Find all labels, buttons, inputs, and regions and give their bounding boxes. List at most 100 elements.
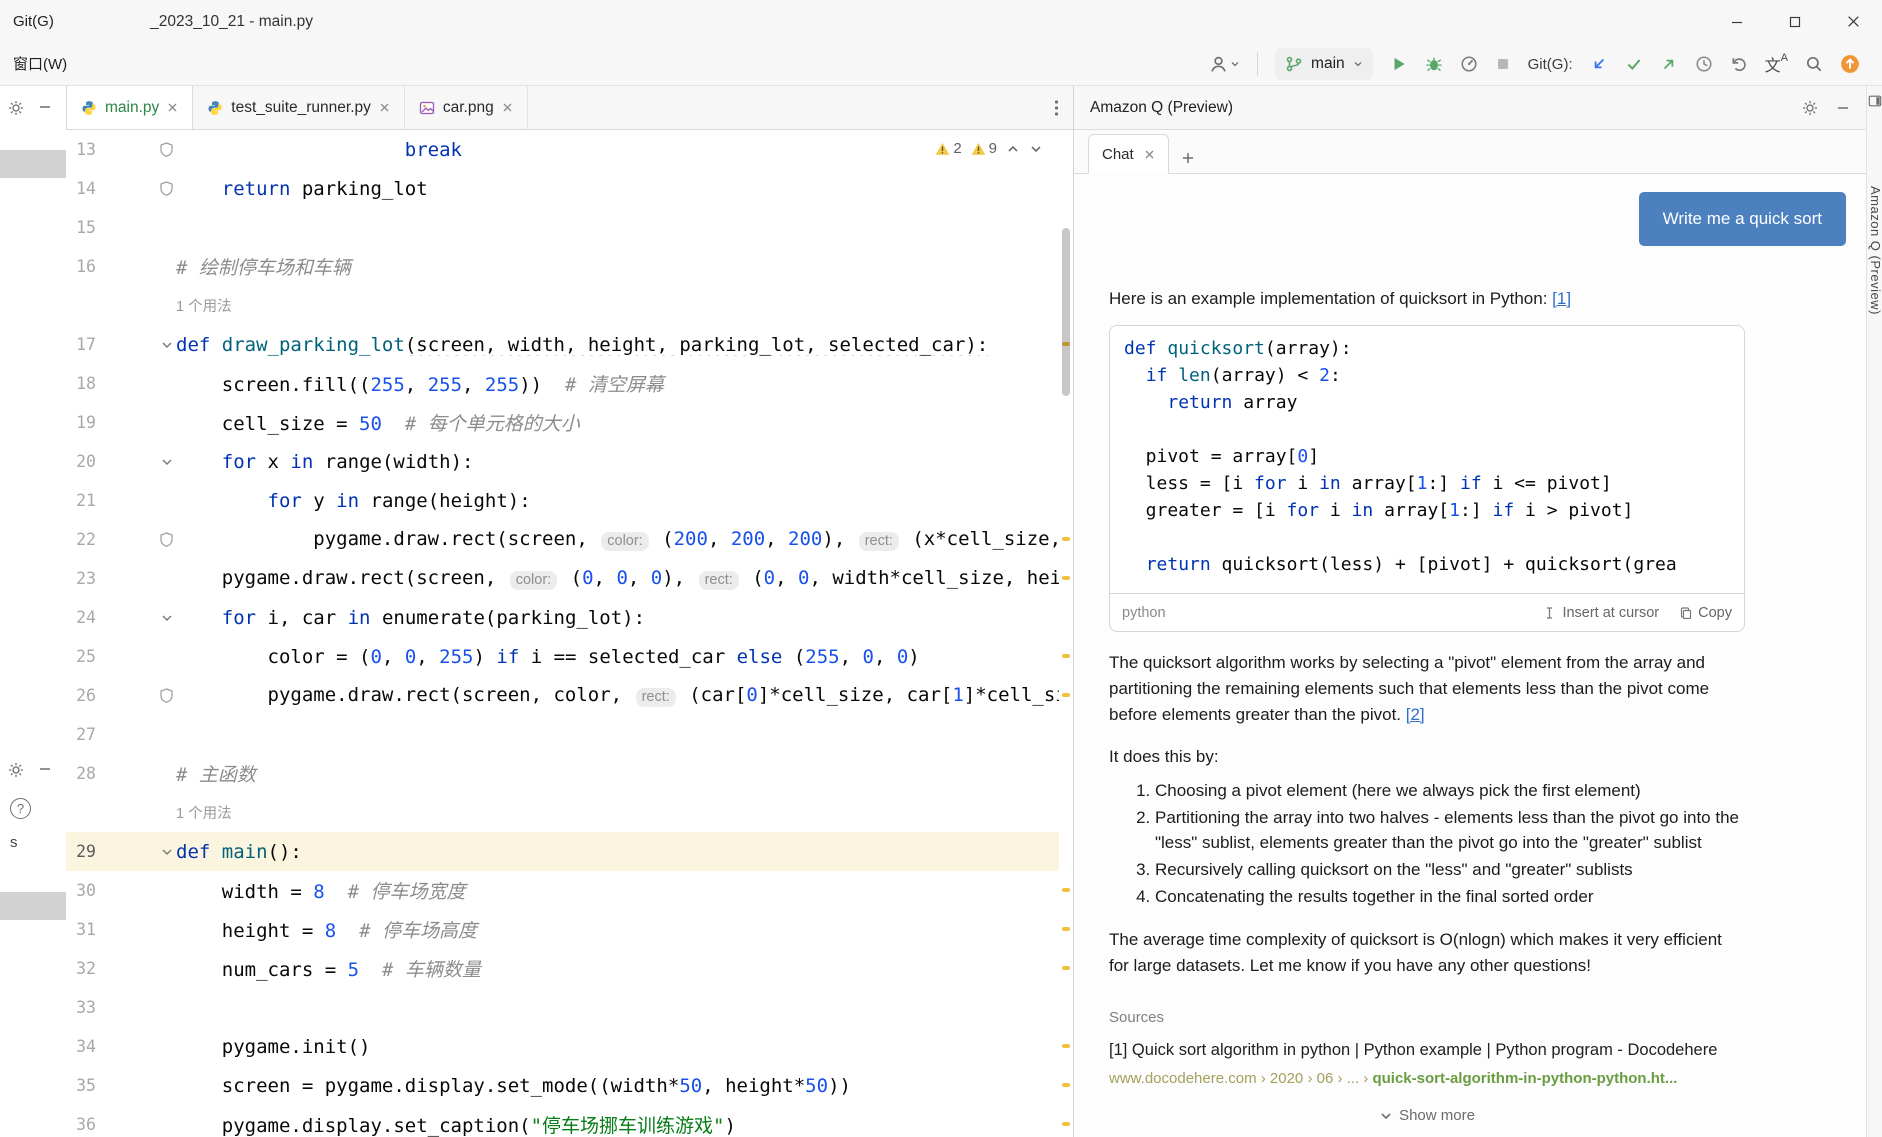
- line-number[interactable]: 13: [66, 140, 96, 159]
- editor-line[interactable]: 34 pygame.init(): [66, 1027, 1073, 1066]
- code-line-text[interactable]: screen.fill((255, 255, 255)) # 清空屏幕: [176, 370, 1073, 397]
- code-line-text[interactable]: for x in range(width):: [176, 451, 1073, 473]
- fold-icon[interactable]: [96, 339, 176, 351]
- code-line-text[interactable]: pygame.init(): [176, 1036, 1073, 1058]
- line-number[interactable]: 21: [66, 491, 96, 510]
- editor-tab[interactable]: car.png: [405, 86, 528, 129]
- code-line-text[interactable]: cell_size = 50 # 每个单元格的大小: [176, 409, 1073, 436]
- rollback-button[interactable]: [1730, 55, 1748, 73]
- close-icon[interactable]: [1144, 149, 1155, 160]
- code-line[interactable]: def quicksort(array):: [1124, 338, 1730, 365]
- translate-button[interactable]: 文A: [1765, 52, 1788, 76]
- line-number[interactable]: 19: [66, 413, 96, 432]
- editor-line[interactable]: 36 pygame.display.set_caption("停车场挪车训练游戏…: [66, 1105, 1073, 1137]
- shield-icon[interactable]: [96, 142, 176, 157]
- line-number[interactable]: 28: [66, 764, 96, 783]
- help-icon[interactable]: ?: [10, 798, 31, 819]
- editor-line[interactable]: 19 cell_size = 50 # 每个单元格的大小: [66, 403, 1073, 442]
- code-line-text[interactable]: height = 8 # 停车场高度: [176, 916, 1073, 943]
- tab-chat[interactable]: Chat: [1088, 134, 1169, 174]
- history-button[interactable]: [1695, 55, 1713, 73]
- warnings-indicator[interactable]: 2: [935, 140, 961, 157]
- gear-icon[interactable]: [1802, 100, 1818, 116]
- code-line-text[interactable]: pygame.draw.rect(screen, color, rect: (c…: [176, 684, 1073, 708]
- branch-selector[interactable]: main: [1275, 48, 1373, 80]
- line-number[interactable]: 36: [66, 1115, 96, 1134]
- shield-icon[interactable]: [96, 532, 176, 547]
- line-number[interactable]: 31: [66, 920, 96, 939]
- line-number[interactable]: 27: [66, 725, 96, 744]
- editor-line[interactable]: 16# 绘制停车场和车辆: [66, 247, 1073, 286]
- close-tab-icon[interactable]: [167, 102, 178, 113]
- editor-line[interactable]: 24 for i, car in enumerate(parking_lot):: [66, 598, 1073, 637]
- weak-warnings-indicator[interactable]: 9: [971, 140, 997, 157]
- debug-button[interactable]: [1425, 55, 1443, 73]
- line-number[interactable]: 20: [66, 452, 96, 471]
- line-number[interactable]: 34: [66, 1037, 96, 1056]
- warning-stripe-mark[interactable]: [1062, 693, 1070, 697]
- editor-scrollbar[interactable]: [1062, 228, 1070, 396]
- editor-line[interactable]: 27: [66, 715, 1073, 754]
- tab-options-kebab-icon[interactable]: [1040, 86, 1073, 129]
- warning-stripe-mark[interactable]: [1062, 537, 1070, 541]
- amazonq-vertical-tab[interactable]: Amazon Q (Preview): [1868, 186, 1882, 315]
- ide-update-button[interactable]: [1840, 54, 1860, 74]
- user-account-button[interactable]: [1209, 55, 1240, 74]
- close-tab-icon[interactable]: [502, 102, 513, 113]
- warning-stripe-mark[interactable]: [1062, 576, 1070, 580]
- git-push-button[interactable]: [1660, 55, 1678, 73]
- line-number[interactable]: 16: [66, 257, 96, 276]
- window-maximize-button[interactable]: [1766, 0, 1824, 43]
- editor-line[interactable]: 32 num_cars = 5 # 车辆数量: [66, 949, 1073, 988]
- editor-line[interactable]: 18 screen.fill((255, 255, 255)) # 清空屏幕: [66, 364, 1073, 403]
- line-number[interactable]: 32: [66, 959, 96, 978]
- code-line[interactable]: greater = [i for i in array[1:] if i > p…: [1124, 500, 1730, 527]
- code-line-text[interactable]: width = 8 # 停车场宽度: [176, 877, 1073, 904]
- code-editor[interactable]: 2 9 13 break14 return parking_lot1516# 绘…: [66, 130, 1073, 1137]
- line-number[interactable]: 35: [66, 1076, 96, 1095]
- code-line-text[interactable]: # 主函数: [176, 760, 1073, 787]
- search-everywhere-button[interactable]: [1805, 55, 1823, 73]
- editor-line[interactable]: 21 for y in range(height):: [66, 481, 1073, 520]
- code-line[interactable]: if len(array) < 2:: [1124, 365, 1730, 392]
- code-line-text[interactable]: pygame.display.set_caption("停车场挪车训练游戏"): [176, 1111, 1073, 1137]
- window-minimize-button[interactable]: [1708, 0, 1766, 43]
- code-line-text[interactable]: for y in range(height):: [176, 490, 1073, 512]
- line-number[interactable]: 22: [66, 530, 96, 549]
- line-number[interactable]: 30: [66, 881, 96, 900]
- editor-tab[interactable]: main.py: [66, 86, 193, 129]
- usages-hint[interactable]: 1 个用法: [176, 802, 232, 823]
- line-number[interactable]: 25: [66, 647, 96, 666]
- code-line[interactable]: less = [i for i in array[1:] if i <= piv…: [1124, 473, 1730, 500]
- git-menu-label[interactable]: Git(G):: [1528, 56, 1573, 73]
- code-line[interactable]: pivot = array[0]: [1124, 446, 1730, 473]
- code-block-body[interactable]: def quicksort(array): if len(array) < 2:…: [1110, 326, 1744, 593]
- warning-stripe-mark[interactable]: [1062, 966, 1070, 970]
- code-line[interactable]: return quicksort(less) + [pivot] + quick…: [1124, 554, 1730, 581]
- fold-icon[interactable]: [96, 612, 176, 624]
- code-line[interactable]: [1124, 527, 1730, 554]
- code-line-text[interactable]: color = (0, 0, 255) if i == selected_car…: [176, 646, 1073, 668]
- source-link-title[interactable]: [1] Quick sort algorithm in python | Pyt…: [1109, 1038, 1745, 1062]
- quick-sort-prompt-button[interactable]: Write me a quick sort: [1639, 192, 1846, 246]
- stop-button[interactable]: [1495, 56, 1511, 72]
- editor-line[interactable]: 28 # 主函数: [66, 754, 1073, 793]
- warning-stripe-mark[interactable]: [1062, 1083, 1070, 1087]
- copy-button[interactable]: Copy: [1679, 605, 1732, 621]
- editor-line[interactable]: 15: [66, 208, 1073, 247]
- menu-item[interactable]: 窗口(W): [0, 43, 80, 86]
- code-line[interactable]: return array: [1124, 392, 1730, 419]
- close-tab-icon[interactable]: [379, 102, 390, 113]
- menu-item[interactable]: Git(G): [0, 0, 80, 43]
- line-number[interactable]: 29: [66, 842, 96, 861]
- code-line-text[interactable]: def draw_parking_lot(screen, width, heig…: [176, 334, 1073, 356]
- profiler-button[interactable]: [1460, 55, 1478, 73]
- code-line-text[interactable]: pygame.draw.rect(screen, color: (200, 20…: [176, 528, 1073, 552]
- code-line-text[interactable]: num_cars = 5 # 车辆数量: [176, 955, 1073, 982]
- window-close-button[interactable]: [1824, 0, 1882, 43]
- settings-icon[interactable]: [8, 762, 24, 778]
- fold-icon[interactable]: [96, 456, 176, 468]
- insert-at-cursor-button[interactable]: Insert at cursor: [1543, 605, 1659, 621]
- editor-line[interactable]: 20 for x in range(width):: [66, 442, 1073, 481]
- editor-line[interactable]: 30 width = 8 # 停车场宽度: [66, 871, 1073, 910]
